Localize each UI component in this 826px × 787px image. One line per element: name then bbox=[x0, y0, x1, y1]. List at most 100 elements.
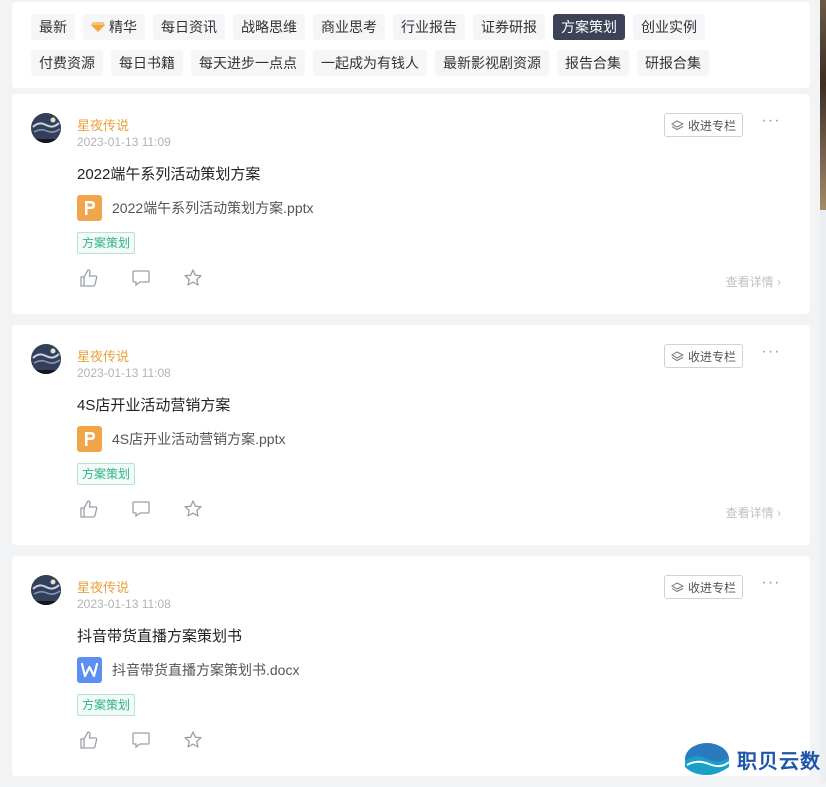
post-actions bbox=[79, 499, 203, 519]
more-options-button[interactable]: ··· bbox=[761, 575, 781, 596]
collect-to-column-button[interactable]: 收进专栏 bbox=[663, 344, 743, 368]
tab-daily-news[interactable]: 每日资讯 bbox=[153, 14, 225, 40]
post-time: 2023-01-13 11:08 bbox=[77, 366, 171, 380]
wave-globe-logo-icon bbox=[685, 743, 730, 775]
category-tabs-panel: 最新 精华 每日资讯 战略思维 商业思考 行业报告 证券研报 方案策划 创业实例… bbox=[12, 2, 810, 88]
tab-label: 报告合集 bbox=[565, 55, 621, 71]
post-time: 2023-01-13 11:09 bbox=[77, 135, 171, 149]
tab-label: 行业报告 bbox=[401, 19, 457, 35]
tab-daily-progress[interactable]: 每天进步一点点 bbox=[191, 50, 305, 76]
more-options-button[interactable]: ··· bbox=[761, 113, 781, 134]
collect-icon bbox=[671, 119, 684, 130]
thumbs-up-icon[interactable] bbox=[79, 268, 99, 288]
tab-label: 研报合集 bbox=[645, 55, 701, 71]
comment-icon[interactable] bbox=[131, 268, 151, 288]
post-tag[interactable]: 方案策划 bbox=[77, 694, 136, 716]
collect-to-column-button[interactable]: 收进专栏 bbox=[663, 113, 743, 137]
collect-to-column-button[interactable]: 收进专栏 bbox=[663, 575, 743, 599]
tab-report-collection[interactable]: 报告合集 bbox=[557, 50, 629, 76]
tab-securities-research[interactable]: 证券研报 bbox=[473, 14, 545, 40]
collect-label: 收进专栏 bbox=[687, 580, 736, 595]
post-time: 2023-01-13 11:08 bbox=[77, 597, 171, 611]
avatar[interactable] bbox=[31, 575, 61, 605]
attachment-name: 4S店开业活动营销方案.pptx bbox=[112, 431, 286, 447]
post-actions bbox=[79, 268, 203, 288]
side-image-strip bbox=[820, 0, 826, 210]
tab-get-rich[interactable]: 一起成为有钱人 bbox=[313, 50, 427, 76]
star-icon[interactable] bbox=[183, 499, 203, 519]
tab-label: 每日书籍 bbox=[119, 55, 175, 71]
post-tag[interactable]: 方案策划 bbox=[77, 232, 136, 254]
more-options-button[interactable]: ··· bbox=[761, 344, 781, 365]
tab-featured[interactable]: 精华 bbox=[83, 14, 145, 40]
post-feed: 星夜传说 2023-01-13 11:09 收进专栏 ··· 2022端午系列活… bbox=[12, 94, 810, 787]
attachment[interactable]: 抖音带货直播方案策划书.docx bbox=[77, 657, 299, 683]
tab-label: 每日资讯 bbox=[161, 19, 217, 35]
tab-label: 方案策划 bbox=[561, 19, 617, 35]
tab-startup-cases[interactable]: 创业实例 bbox=[633, 14, 705, 40]
collect-icon bbox=[671, 581, 684, 592]
ppt-file-icon bbox=[77, 195, 102, 221]
tab-strategy[interactable]: 战略思维 bbox=[233, 14, 305, 40]
ppt-file-icon bbox=[77, 426, 102, 452]
post-actions bbox=[79, 730, 203, 750]
tab-paid-resources[interactable]: 付费资源 bbox=[31, 50, 103, 76]
post-card: 星夜传说 2023-01-13 11:09 收进专栏 ··· 2022端午系列活… bbox=[12, 94, 810, 314]
collect-label: 收进专栏 bbox=[687, 349, 736, 364]
author-name[interactable]: 星夜传说 bbox=[77, 577, 129, 596]
watermark-logo: 职贝云数 bbox=[683, 741, 821, 777]
tab-label: 最新影视剧资源 bbox=[443, 55, 541, 71]
tab-label: 商业思考 bbox=[321, 19, 377, 35]
comment-icon[interactable] bbox=[131, 499, 151, 519]
details-label: 查看详情 bbox=[725, 506, 774, 520]
tab-label: 证券研报 bbox=[481, 19, 537, 35]
tab-daily-books[interactable]: 每日书籍 bbox=[111, 50, 183, 76]
gem-icon bbox=[91, 22, 105, 32]
post-title[interactable]: 2022端午系列活动策划方案 bbox=[77, 163, 260, 184]
attachment-name: 2022端午系列活动策划方案.pptx bbox=[112, 200, 314, 216]
avatar[interactable] bbox=[31, 113, 61, 143]
tab-label: 战略思维 bbox=[241, 19, 297, 35]
attachment-name: 抖音带货直播方案策划书.docx bbox=[112, 662, 300, 678]
star-icon[interactable] bbox=[183, 268, 203, 288]
post-title[interactable]: 抖音带货直播方案策划书 bbox=[77, 625, 242, 646]
tab-row-1: 最新 精华 每日资讯 战略思维 商业思考 行业报告 证券研报 方案策划 创业实例 bbox=[31, 14, 705, 40]
tab-label: 每天进步一点点 bbox=[199, 55, 297, 71]
tab-row-2: 付费资源 每日书籍 每天进步一点点 一起成为有钱人 最新影视剧资源 报告合集 研… bbox=[31, 50, 709, 76]
tab-label: 一起成为有钱人 bbox=[321, 55, 419, 71]
word-file-icon bbox=[77, 657, 102, 683]
thumbs-up-icon[interactable] bbox=[79, 730, 99, 750]
author-name[interactable]: 星夜传说 bbox=[77, 346, 129, 365]
thumbs-up-icon[interactable] bbox=[79, 499, 99, 519]
collect-icon bbox=[671, 350, 684, 361]
details-label: 查看详情 bbox=[725, 275, 774, 289]
tab-label: 付费资源 bbox=[39, 55, 95, 71]
avatar[interactable] bbox=[31, 344, 61, 374]
starry-night-avatar-icon bbox=[31, 113, 61, 143]
watermark-text: 职贝云数 bbox=[737, 750, 821, 773]
starry-night-avatar-icon bbox=[31, 344, 61, 374]
tab-label: 最新 bbox=[39, 19, 67, 35]
tab-label: 创业实例 bbox=[641, 19, 697, 35]
tab-industry-report[interactable]: 行业报告 bbox=[393, 14, 465, 40]
chevron-right-icon: › bbox=[777, 506, 781, 520]
attachment[interactable]: 2022端午系列活动策划方案.pptx bbox=[77, 195, 314, 221]
author-name[interactable]: 星夜传说 bbox=[77, 115, 129, 134]
side-panel-edge bbox=[820, 210, 826, 783]
tab-movies[interactable]: 最新影视剧资源 bbox=[435, 50, 549, 76]
tab-latest[interactable]: 最新 bbox=[31, 14, 75, 40]
comment-icon[interactable] bbox=[131, 730, 151, 750]
post-card: 星夜传说 2023-01-13 11:08 收进专栏 ··· 4S店开业活动营销… bbox=[12, 325, 810, 545]
starry-night-avatar-icon bbox=[31, 575, 61, 605]
attachment[interactable]: 4S店开业活动营销方案.pptx bbox=[77, 426, 285, 452]
post-title[interactable]: 4S店开业活动营销方案 bbox=[77, 394, 230, 415]
tab-research-collection[interactable]: 研报合集 bbox=[637, 50, 709, 76]
view-details-link[interactable]: 查看详情 › bbox=[726, 273, 781, 290]
view-details-link[interactable]: 查看详情 › bbox=[726, 504, 781, 521]
chevron-right-icon: › bbox=[777, 275, 781, 289]
tab-plans[interactable]: 方案策划 bbox=[553, 14, 625, 40]
tab-business-thinking[interactable]: 商业思考 bbox=[313, 14, 385, 40]
collect-label: 收进专栏 bbox=[687, 118, 736, 133]
star-icon[interactable] bbox=[183, 730, 203, 750]
post-tag[interactable]: 方案策划 bbox=[77, 463, 136, 485]
